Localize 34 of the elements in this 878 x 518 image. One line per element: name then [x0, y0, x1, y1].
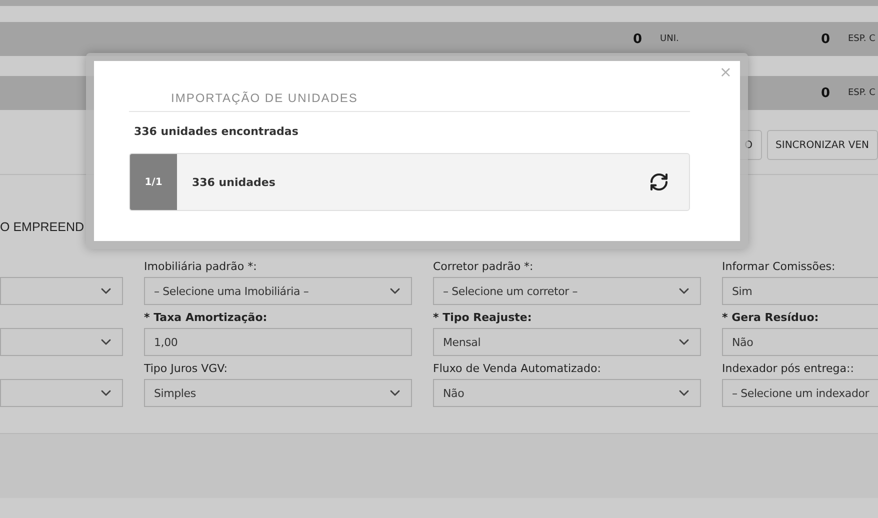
field-label: Indexador pós entrega::: [722, 362, 855, 376]
field-label: Fluxo de Venda Automatizado:: [433, 362, 602, 376]
field-label: * Taxa Amortização:: [144, 311, 268, 325]
refresh-icon: [649, 172, 669, 192]
toolbar-button[interactable]: SINCRONIZAR VEN: [766, 130, 878, 160]
select-field[interactable]: – Selecione um indexador: [722, 379, 878, 407]
field-label: Corretor padrão *:: [433, 260, 534, 274]
select-field[interactable]: [0, 328, 123, 356]
found-count: 336 unidades encontradas: [133, 124, 300, 140]
unit-label: ESP. C: [848, 88, 876, 98]
select-field[interactable]: – Selecione um corretor –: [433, 277, 701, 305]
select-field[interactable]: Sim: [722, 277, 878, 305]
count-value: 0: [820, 86, 830, 100]
field-label: * Gera Resíduo:: [722, 311, 820, 325]
select-field[interactable]: Simples: [144, 379, 412, 407]
section-title: O EMPREEND: [0, 220, 84, 234]
field-label: * Tipo Reajuste:: [433, 311, 533, 325]
select-field[interactable]: Não: [433, 379, 701, 407]
field-label: Informar Comissões:: [722, 260, 836, 274]
batch-index: 1/1: [130, 154, 177, 210]
input-field[interactable]: 1,00: [144, 328, 412, 356]
unit-label: UNI.: [660, 34, 679, 44]
count-value: 0: [820, 32, 830, 46]
batch-label: 336 unidades: [191, 174, 276, 190]
field-label: Tipo Juros VGV:: [144, 362, 228, 376]
select-field[interactable]: Mensal: [433, 328, 701, 356]
select-field[interactable]: Não: [722, 328, 878, 356]
field-label: Imobiliária padrão *:: [144, 260, 258, 274]
select-field[interactable]: [0, 277, 123, 305]
modal-title: IMPORTAÇÃO DE UNIDADES: [129, 91, 690, 112]
unit-label: ESP. C: [848, 34, 876, 44]
select-field[interactable]: [0, 379, 123, 407]
count-value: 0: [632, 32, 642, 46]
select-field[interactable]: – Selecione uma Imobiliária –: [144, 277, 412, 305]
